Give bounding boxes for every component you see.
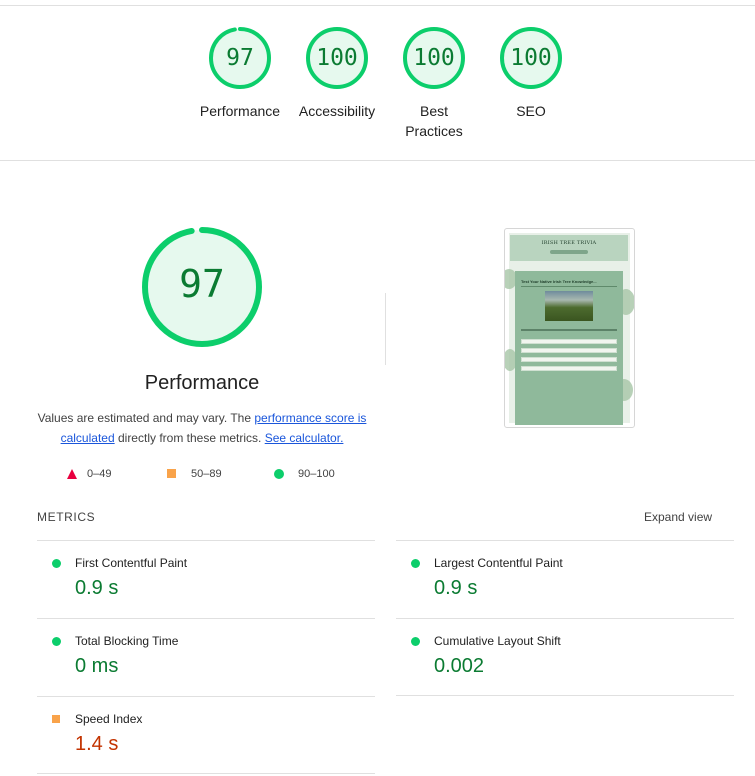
gauge-label: SEO [516,103,546,119]
pass-circle-icon [52,559,61,568]
gauge-label: Accessibility [298,103,376,119]
gauge-ring: 97 [208,26,272,90]
metric-label: Total Blocking Time [75,634,179,648]
see-calculator-link[interactable]: See calculator. [265,431,344,445]
metric-label: Speed Index [75,712,143,726]
performance-title: Performance [144,372,260,394]
performance-gauge: 97 [140,225,264,349]
thumbnail-landscape-image [545,291,593,321]
expand-view-button[interactable]: Expand view [644,510,712,524]
legend-pass-label: 90–100 [298,468,335,480]
gauge-ring: 100 [305,26,369,90]
metric-label: First Contentful Paint [75,556,188,570]
metric-cls: Cumulative Layout Shift 0.002 [396,618,734,696]
metric-lcp: Largest Contentful Paint 0.9 s [396,540,734,618]
metric-divider [396,695,734,696]
metric-fcp: First Contentful Paint 0.9 s [37,540,375,618]
performance-score: 97 [179,262,225,306]
metric-speed-index: Speed Index 1.4 s [37,696,375,774]
thumbnail-question-line [521,329,617,331]
gauge-score: 100 [510,45,552,71]
thumbnail-answer-option [521,339,617,344]
gauge-score: 100 [316,45,358,71]
average-square-icon [52,715,60,723]
metric-divider [37,773,375,774]
metric-value: 0.002 [434,655,485,677]
gauge-label: Performance [199,103,281,119]
gauge-seo[interactable]: 100 SEO [483,26,579,121]
metric-value: 0.9 s [434,577,478,599]
section-divider [0,160,755,161]
legend-average-label: 50–89 [191,468,222,480]
thumbnail-answer-option [521,357,617,362]
desc-text: Values are estimated and may vary. The [37,411,255,425]
thumbnail-header: IRISH TREE TRIVIA [510,235,628,261]
gauge-label: Best Practices [405,103,463,139]
pass-circle-icon [411,637,420,646]
thumbnail-quiz-card: Test Your Native Irish Tree Knowledge... [515,271,623,425]
metric-value: 0 ms [75,655,119,677]
gauge-ring: 100 [499,26,563,90]
gauge-accessibility[interactable]: 100 Accessibility [289,26,385,121]
thumbnail-site-title: IRISH TREE TRIVIA [541,240,597,246]
score-gauges: 97 Performance 100 Accessibility 100 Bes… [0,26,755,146]
circle-icon [274,469,284,479]
metric-value: 1.4 s [75,733,119,755]
pass-circle-icon [52,637,61,646]
score-legend: 0–49 50–89 90–100 [0,466,400,482]
legend-fail-label: 0–49 [87,468,112,480]
top-divider [0,5,755,6]
gauge-performance[interactable]: 97 Performance [192,26,288,121]
triangle-icon [67,469,77,479]
gauge-ring: 100 [402,26,466,90]
vertical-divider [385,293,386,365]
page-screenshot-thumbnail[interactable]: IRISH TREE TRIVIA Test Your Native Irish… [504,228,635,428]
thumbnail-answer-option [521,348,617,353]
thumbnail-card-title: Test Your Native Irish Tree Knowledge... [521,279,597,284]
metric-value: 0.9 s [75,577,119,599]
thumbnail-answer-option [521,366,617,371]
pass-circle-icon [411,559,420,568]
performance-description: Values are estimated and may vary. The p… [36,408,368,448]
metrics-heading: METRICS [37,510,96,524]
metric-label: Cumulative Layout Shift [434,634,561,648]
metric-tbt: Total Blocking Time 0 ms [37,618,375,696]
gauge-best-practices[interactable]: 100 Best Practices [386,26,482,141]
thumbnail-nav-bar [550,250,588,254]
gauge-score: 100 [413,45,455,71]
thumbnail-card-rule [521,286,617,287]
square-icon [167,469,176,478]
metric-label: Largest Contentful Paint [434,556,563,570]
desc-text: directly from these metrics. [114,431,265,445]
gauge-score: 97 [226,45,254,71]
